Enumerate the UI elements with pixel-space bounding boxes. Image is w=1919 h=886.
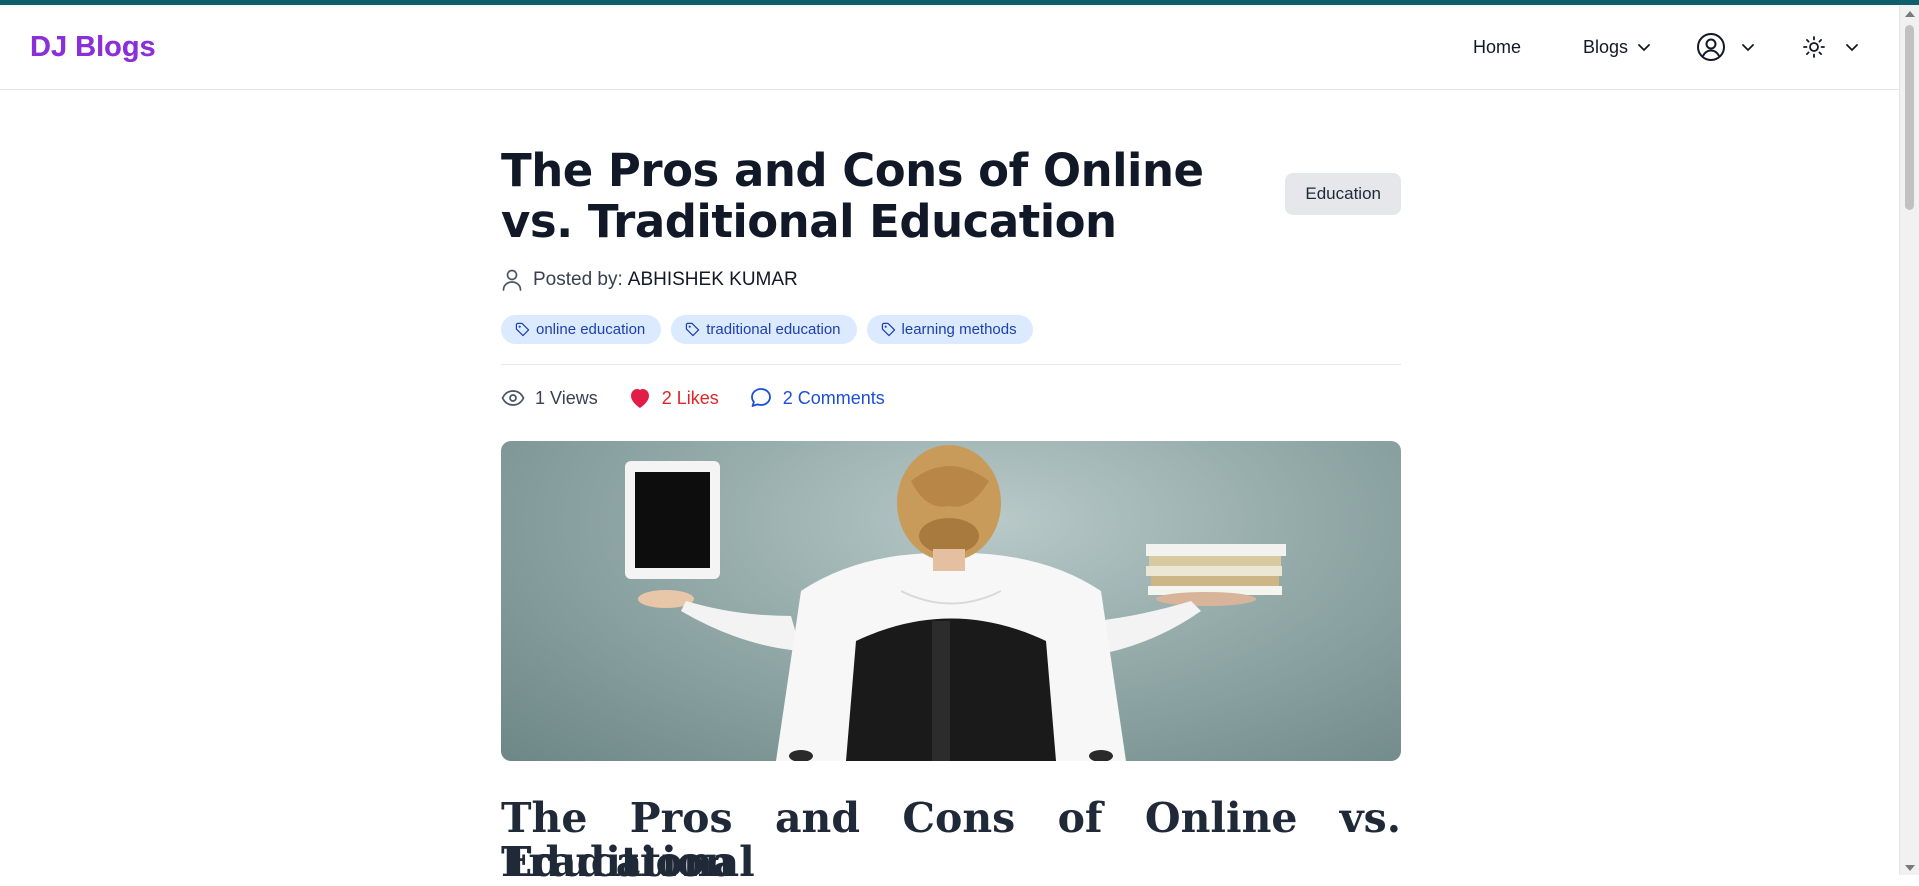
scrollbar-thumb[interactable] <box>1905 25 1914 210</box>
article-title: The Pros and Cons of Online vs. Traditio… <box>501 144 1204 248</box>
comment-icon <box>750 388 771 407</box>
user-circle-icon <box>1697 33 1725 61</box>
tag-chip[interactable]: traditional education <box>671 315 857 344</box>
nav-menu: Home Blogs <box>1473 5 1860 89</box>
eye-icon <box>501 390 525 406</box>
comments-label: 2 Comments <box>782 387 885 408</box>
person-icon <box>502 269 522 291</box>
comments-link[interactable]: 2 Comments <box>749 386 885 410</box>
content-heading-continued: Education <box>501 838 734 886</box>
likes-label: 2 Likes <box>661 387 719 408</box>
nav-blogs-dropdown[interactable]: Blogs <box>1583 37 1652 58</box>
chevron-down-icon <box>1638 44 1650 51</box>
article-stats: 1 Views 2 Likes 2 Comments <box>501 386 885 410</box>
views-count: 1 Views <box>501 388 598 409</box>
article-hero-image <box>501 441 1401 761</box>
tag-icon <box>515 322 530 337</box>
divider <box>501 364 1401 365</box>
nav-home-link[interactable]: Home <box>1473 37 1521 58</box>
tag-label: learning methods <box>901 321 1017 338</box>
navbar: DJ Blogs Home Blogs <box>0 5 1900 90</box>
views-label: 1 Views <box>535 387 598 408</box>
user-menu-button[interactable] <box>1696 32 1756 62</box>
posted-by-label: Posted by: <box>533 269 623 290</box>
page-scrollbar[interactable] <box>1899 5 1919 875</box>
like-button[interactable]: 2 Likes <box>628 387 719 409</box>
scroll-up-arrow-icon[interactable] <box>1905 11 1915 17</box>
chevron-down-icon <box>1742 44 1754 51</box>
hero-illustration <box>625 445 1286 761</box>
author-line: Posted by: ABHISHEK KUMAR <box>501 268 798 292</box>
category-badge[interactable]: Education <box>1285 173 1401 215</box>
theme-toggle-button[interactable] <box>1802 35 1860 59</box>
tag-label: online education <box>536 321 646 338</box>
tag-label: traditional education <box>706 321 841 338</box>
tag-icon <box>881 322 895 337</box>
tag-icon <box>686 322 700 337</box>
heart-icon <box>630 389 649 408</box>
tag-chip[interactable]: online education <box>501 315 662 344</box>
scroll-down-arrow-icon[interactable] <box>1905 865 1915 871</box>
tag-chip[interactable]: learning methods <box>866 315 1033 344</box>
tag-list: online education traditional education l… <box>501 315 1033 344</box>
brand-logo[interactable]: DJ Blogs <box>30 31 156 64</box>
sun-icon <box>1803 36 1825 58</box>
author-name: ABHISHEK KUMAR <box>627 269 798 290</box>
nav-blogs-label: Blogs <box>1582 36 1628 57</box>
chevron-down-icon <box>1846 44 1858 51</box>
